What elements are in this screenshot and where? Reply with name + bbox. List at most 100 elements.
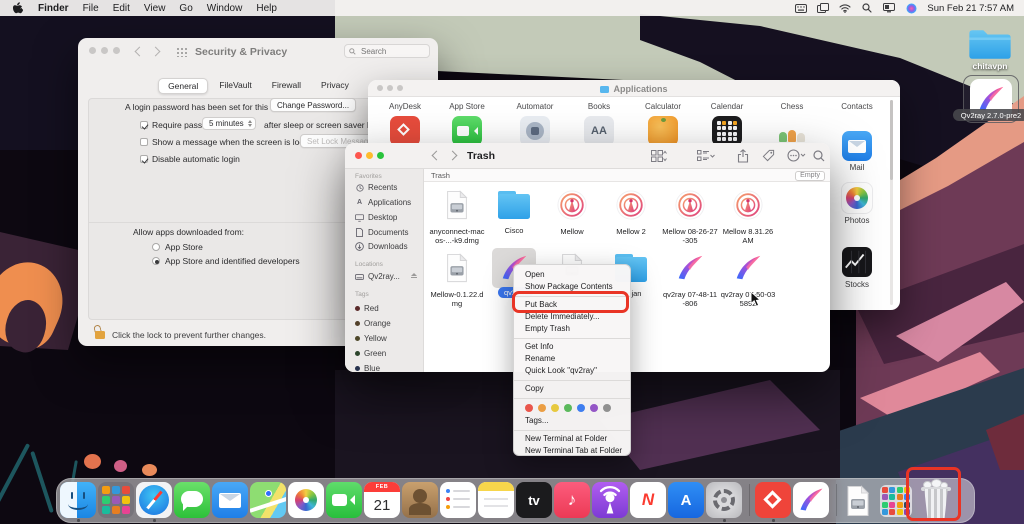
show-all-icon[interactable] — [176, 47, 187, 57]
dock-icon-facetime[interactable] — [326, 482, 362, 518]
sidebar-item-qv2ray-disk[interactable]: Qv2ray... — [355, 272, 423, 281]
dock-icon-contacts[interactable] — [402, 482, 438, 518]
radio-app-store-identified[interactable] — [152, 257, 160, 265]
menu-item-finder[interactable]: Finder — [38, 3, 69, 14]
tag-color-red[interactable] — [525, 404, 533, 412]
tab-general[interactable]: General — [158, 78, 208, 94]
sidebar-tag-green[interactable]: Green — [355, 349, 386, 358]
dock-icon-reminders[interactable] — [440, 482, 476, 518]
sidebar-item-desktop[interactable]: Desktop — [355, 213, 397, 222]
app-icon-orange[interactable] — [648, 116, 678, 146]
icon-view-icon[interactable] — [651, 149, 667, 167]
dock-icon-anydesk[interactable] — [755, 482, 791, 518]
dock-icon-maps[interactable] — [250, 482, 286, 518]
dock-icon-tv[interactable]: tv — [516, 482, 552, 518]
dock-icon-finder[interactable] — [60, 482, 96, 518]
app-label-photos[interactable]: Photos — [827, 216, 887, 225]
close-button[interactable] — [355, 152, 362, 159]
disable-auto-login-checkbox[interactable] — [140, 155, 148, 163]
menu-item-edit[interactable]: Edit — [113, 3, 130, 14]
require-password-interval-dropdown[interactable]: 5 minutes — [202, 117, 256, 130]
sidebar-tag-orange[interactable]: Orange — [355, 319, 391, 328]
dock-icon-safari[interactable] — [136, 482, 172, 518]
menu-item-new-terminal-tab[interactable]: New Terminal Tab at Folder — [514, 445, 630, 457]
file-qv2ray-0748[interactable]: qv2ray 07-48-11-806 — [662, 253, 718, 309]
tag-color-green[interactable] — [564, 404, 572, 412]
dock-icon-music[interactable]: ♪ — [554, 482, 590, 518]
back-icon[interactable] — [135, 47, 145, 57]
app-icon-red[interactable] — [390, 116, 420, 146]
desktop-app-qv2ray-label[interactable]: Qv2ray 2.7.0-pre2 — [953, 109, 1024, 121]
siri-icon[interactable] — [905, 2, 917, 14]
app-label-stocks[interactable]: Stocks — [827, 280, 887, 289]
dock-icon-app-store[interactable]: A — [668, 482, 704, 518]
menu-item-help[interactable]: Help — [256, 3, 277, 14]
file-cisco-folder[interactable]: Cisco — [486, 190, 542, 235]
sidebar-tag-red[interactable]: Red — [355, 304, 379, 313]
change-password-button[interactable]: Change Password... — [270, 98, 356, 112]
app-icon-stocks[interactable] — [842, 247, 872, 277]
menu-item-window[interactable]: Window — [207, 3, 243, 14]
tag-color-yellow[interactable] — [551, 404, 559, 412]
dock-icon-messages[interactable] — [174, 482, 210, 518]
dock-icon-photos[interactable] — [288, 482, 324, 518]
spotlight-icon[interactable] — [861, 2, 873, 14]
app-icon-automator[interactable] — [520, 116, 550, 146]
menu-item-quick-look[interactable]: Quick Look "qv2ray" — [514, 365, 630, 377]
tag-color-blue[interactable] — [577, 404, 585, 412]
minimize-button[interactable] — [101, 47, 108, 54]
menu-item-new-terminal[interactable]: New Terminal at Folder — [514, 433, 630, 445]
menu-item-view[interactable]: View — [144, 3, 166, 14]
dock-icon-qv2ray[interactable] — [793, 482, 829, 518]
tag-color-orange[interactable] — [538, 404, 546, 412]
apple-menu-icon[interactable] — [12, 2, 24, 14]
app-icon-chess[interactable] — [777, 116, 807, 146]
search-icon[interactable] — [813, 149, 825, 167]
zoom-button[interactable] — [377, 152, 384, 159]
app-label-contacts[interactable]: Contacts — [827, 102, 887, 111]
empty-trash-button[interactable]: Empty — [795, 171, 825, 181]
app-label-mail[interactable]: Mail — [827, 163, 887, 172]
file-mellow-08[interactable]: Mellow 08-26-27-305 — [662, 190, 718, 246]
app-icon-black-grid[interactable] — [712, 116, 742, 146]
dock-icon-news[interactable]: N — [630, 482, 666, 518]
dock-icon-dmg-file[interactable] — [842, 485, 874, 517]
scrollbar[interactable] — [890, 100, 893, 305]
file-mellow-dmg[interactable]: Mellow-0.1.22.dmg — [429, 253, 485, 309]
app-label-app-store[interactable]: App Store — [437, 102, 497, 111]
show-message-checkbox[interactable] — [140, 138, 148, 146]
app-icon-green[interactable] — [452, 116, 482, 146]
menu-item-open[interactable]: Open — [514, 269, 630, 281]
desktop-folder-chitavpn-label[interactable]: chitavpn — [962, 61, 1018, 71]
dock-icon-launchpad[interactable] — [98, 482, 134, 518]
menu-item-file[interactable]: File — [83, 3, 99, 14]
app-icon-photos[interactable] — [842, 183, 872, 213]
menu-bar-clock[interactable]: Sun Feb 21 7:57 AM — [927, 3, 1014, 14]
sidebar-item-documents[interactable]: Documents — [355, 228, 408, 237]
menu-item-get-info[interactable]: Get Info — [514, 341, 630, 353]
menu-item-empty-trash[interactable]: Empty Trash — [514, 323, 630, 335]
file-mellow[interactable]: Mellow — [544, 190, 600, 236]
app-label-calculator[interactable]: Calculator — [633, 102, 693, 111]
sidebar-item-downloads[interactable]: Downloads — [355, 242, 408, 251]
app-icon-mail[interactable] — [842, 131, 872, 161]
lock-icon[interactable] — [94, 325, 107, 340]
tab-privacy[interactable]: Privacy — [312, 78, 358, 94]
dock-icon-system-preferences[interactable] — [706, 482, 742, 518]
group-view-icon[interactable] — [697, 149, 715, 167]
desktop-folder-chitavpn-icon[interactable] — [968, 26, 1012, 60]
back-icon[interactable] — [432, 151, 442, 161]
tag-color-purple[interactable] — [590, 404, 598, 412]
dock-icon-notes[interactable] — [478, 482, 514, 518]
app-label-calendar[interactable]: Calendar — [697, 102, 757, 111]
sidebar-item-recents[interactable]: Recents — [355, 183, 397, 192]
tab-firewall[interactable]: Firewall — [263, 78, 310, 94]
radio-app-store[interactable] — [152, 243, 160, 251]
eject-icon[interactable] — [411, 273, 417, 278]
dock-icon-podcasts[interactable] — [592, 482, 628, 518]
app-label-books[interactable]: Books — [569, 102, 629, 111]
file-mellow-2[interactable]: Mellow 2 — [603, 190, 659, 236]
file-anyconnect-dmg[interactable]: anyconnect-macos-...-k9.dmg — [429, 190, 485, 246]
zoom-button[interactable] — [113, 47, 120, 54]
tag-color-gray[interactable] — [603, 404, 611, 412]
